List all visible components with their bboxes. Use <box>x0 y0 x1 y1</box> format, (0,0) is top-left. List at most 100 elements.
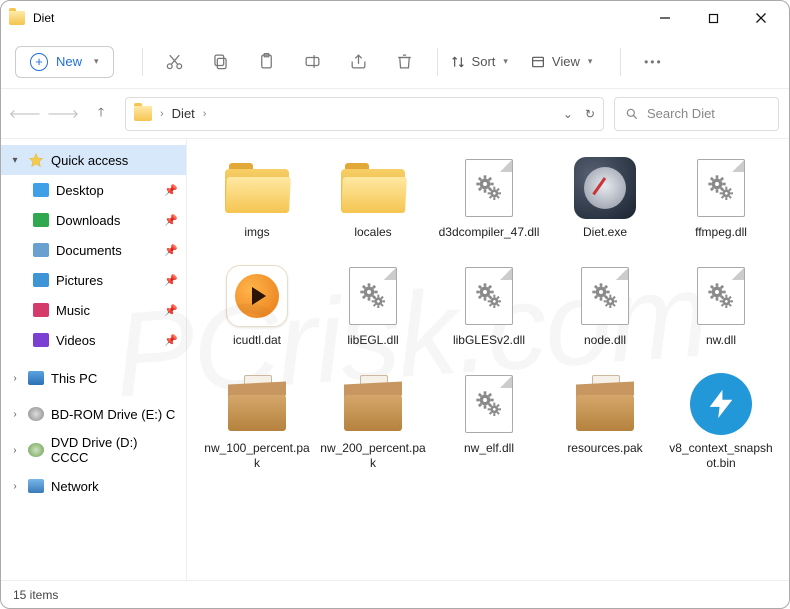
folder-icon <box>9 11 25 25</box>
sidebar-item-documents[interactable]: Documents 📌 <box>1 235 186 265</box>
delete-button[interactable] <box>385 44 425 80</box>
search-icon <box>625 107 639 121</box>
address-bar[interactable]: › Diet › ⌄ ↻ <box>125 97 604 131</box>
package-icon <box>228 377 286 431</box>
chevron-right-icon: › <box>9 373 21 384</box>
back-button[interactable]: 🡐 <box>11 100 39 128</box>
sidebar-item-label: Pictures <box>56 273 103 288</box>
sidebar-dvd[interactable]: › DVD Drive (D:) CCCC <box>1 435 186 465</box>
file-item[interactable]: v8_context_snapshot.bin <box>665 367 777 471</box>
file-label: d3dcompiler_47.dll <box>439 225 540 255</box>
rename-button[interactable] <box>293 44 333 80</box>
folder-type-icon <box>33 243 49 257</box>
sidebar-item-downloads[interactable]: Downloads 📌 <box>1 205 186 235</box>
folder-icon <box>225 163 289 213</box>
file-label: locales <box>354 225 391 255</box>
file-item[interactable]: Diet.exe <box>549 151 661 255</box>
folder-type-icon <box>33 183 49 197</box>
file-label: icudtl.dat <box>233 333 281 363</box>
sort-label: Sort <box>472 54 496 69</box>
item-count: 15 items <box>13 588 58 602</box>
sidebar-item-label: This PC <box>51 371 97 386</box>
file-item[interactable]: imgs <box>201 151 313 255</box>
share-button[interactable] <box>339 44 379 80</box>
file-label: v8_context_snapshot.bin <box>667 441 775 471</box>
sidebar-item-pictures[interactable]: Pictures 📌 <box>1 265 186 295</box>
file-label: imgs <box>244 225 269 255</box>
sort-button[interactable]: Sort ▾ <box>450 54 508 70</box>
star-icon <box>28 152 44 168</box>
refresh-button[interactable]: ↻ <box>585 107 595 121</box>
breadcrumb-item[interactable]: Diet <box>172 106 195 121</box>
file-label: nw_100_percent.pak <box>203 441 311 471</box>
dll-icon <box>465 159 513 217</box>
file-item[interactable]: nw_200_percent.pak <box>317 367 429 471</box>
body: ▾ Quick access Desktop 📌 Downloads 📌 Doc… <box>1 139 789 580</box>
folder-type-icon <box>33 273 49 287</box>
dll-icon <box>697 159 745 217</box>
file-item[interactable]: node.dll <box>549 259 661 363</box>
minimize-button[interactable] <box>645 4 685 32</box>
address-row: 🡐 🡒 🡑 › Diet › ⌄ ↻ Search Diet <box>1 89 789 139</box>
chevron-right-icon: › <box>160 108 164 120</box>
more-button[interactable]: ••• <box>633 44 673 80</box>
file-item[interactable]: nw_100_percent.pak <box>201 367 313 471</box>
file-item[interactable]: libGLESv2.dll <box>433 259 545 363</box>
chevron-down-icon[interactable]: ⌄ <box>563 107 573 121</box>
view-icon <box>530 54 546 70</box>
application-icon <box>574 157 636 219</box>
plus-icon: + <box>30 53 48 71</box>
sidebar-item-label: Network <box>51 479 99 494</box>
network-icon <box>28 479 44 493</box>
sidebar-quick-access[interactable]: ▾ Quick access <box>1 145 186 175</box>
status-bar: 15 items <box>1 580 789 608</box>
disc-icon <box>28 443 44 457</box>
maximize-button[interactable] <box>693 4 733 32</box>
file-item[interactable]: resources.pak <box>549 367 661 471</box>
folder-icon <box>341 163 405 213</box>
pin-icon: 📌 <box>164 334 178 347</box>
file-item[interactable]: nw_elf.dll <box>433 367 545 471</box>
sidebar-bd-rom[interactable]: › BD-ROM Drive (E:) C <box>1 399 186 429</box>
dll-icon <box>581 267 629 325</box>
new-button[interactable]: + New ▾ <box>15 46 114 78</box>
chevron-down-icon: ▾ <box>503 56 508 67</box>
copy-button[interactable] <box>201 44 241 80</box>
dll-icon <box>697 267 745 325</box>
folder-type-icon <box>33 303 49 317</box>
dll-icon <box>465 375 513 433</box>
file-pane[interactable]: imgs locales d3dcompiler_47.dll Diet.exe ffm… <box>187 139 789 580</box>
sidebar-item-desktop[interactable]: Desktop 📌 <box>1 175 186 205</box>
forward-button[interactable]: 🡒 <box>49 100 77 128</box>
cut-button[interactable] <box>155 44 195 80</box>
sidebar-item-label: Downloads <box>56 213 120 228</box>
divider <box>437 48 438 76</box>
explorer-window[interactable]: PCrisk.com Diet + New ▾ Sort ▾ <box>0 0 790 609</box>
folder-type-icon <box>33 333 49 347</box>
search-placeholder: Search Diet <box>647 106 715 121</box>
file-item[interactable]: ffmpeg.dll <box>665 151 777 255</box>
file-item[interactable]: nw.dll <box>665 259 777 363</box>
sidebar-item-label: Music <box>56 303 90 318</box>
close-button[interactable] <box>741 4 781 32</box>
up-button[interactable]: 🡑 <box>87 100 115 128</box>
pin-icon: 📌 <box>164 274 178 287</box>
view-button[interactable]: View ▾ <box>530 54 592 70</box>
file-label: Diet.exe <box>583 225 627 255</box>
chevron-right-icon: › <box>9 409 21 420</box>
file-item[interactable]: libEGL.dll <box>317 259 429 363</box>
divider <box>142 48 143 76</box>
sidebar[interactable]: ▾ Quick access Desktop 📌 Downloads 📌 Doc… <box>1 139 187 580</box>
file-item[interactable]: icudtl.dat <box>201 259 313 363</box>
sidebar-network[interactable]: › Network <box>1 471 186 501</box>
sidebar-item-music[interactable]: Music 📌 <box>1 295 186 325</box>
sidebar-item-videos[interactable]: Videos 📌 <box>1 325 186 355</box>
window-title: Diet <box>33 11 54 25</box>
chevron-right-icon: › <box>203 108 207 120</box>
title-bar: Diet <box>1 1 789 35</box>
file-item[interactable]: locales <box>317 151 429 255</box>
search-input[interactable]: Search Diet <box>614 97 779 131</box>
sidebar-this-pc[interactable]: › This PC <box>1 363 186 393</box>
file-item[interactable]: d3dcompiler_47.dll <box>433 151 545 255</box>
paste-button[interactable] <box>247 44 287 80</box>
